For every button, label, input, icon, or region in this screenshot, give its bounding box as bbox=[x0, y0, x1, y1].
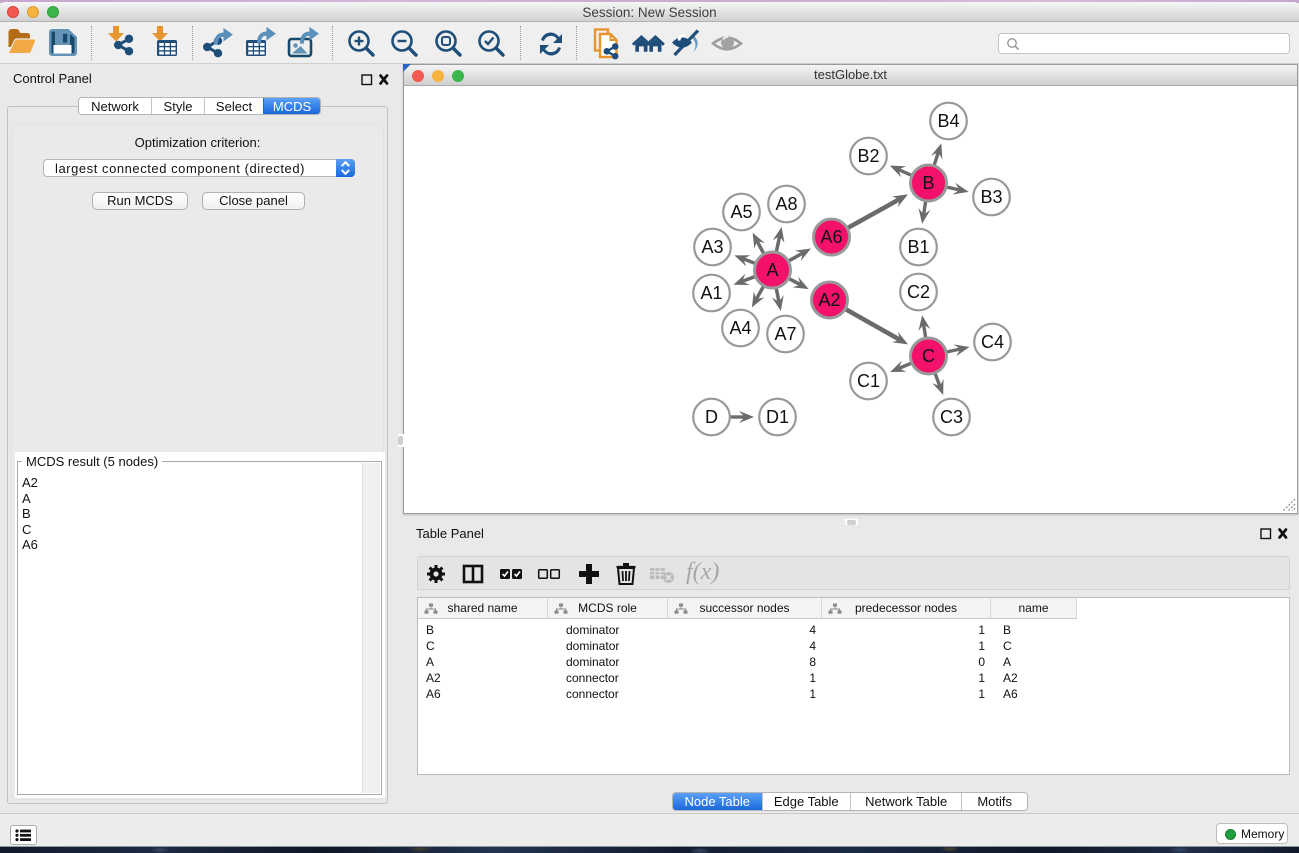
svg-text:A3: A3 bbox=[701, 237, 723, 257]
svg-text:A6: A6 bbox=[820, 227, 842, 247]
svg-text:C4: C4 bbox=[981, 332, 1004, 352]
svg-text:A2: A2 bbox=[818, 290, 840, 310]
svg-text:C2: C2 bbox=[907, 282, 930, 302]
svg-text:A8: A8 bbox=[775, 194, 797, 214]
svg-text:B1: B1 bbox=[907, 237, 929, 257]
svg-text:B3: B3 bbox=[980, 187, 1002, 207]
svg-text:D: D bbox=[705, 407, 718, 427]
svg-text:A1: A1 bbox=[700, 283, 722, 303]
svg-text:A: A bbox=[766, 260, 778, 280]
svg-text:A5: A5 bbox=[730, 202, 752, 222]
svg-text:A4: A4 bbox=[729, 318, 751, 338]
svg-text:B: B bbox=[922, 173, 934, 193]
svg-text:D1: D1 bbox=[766, 407, 789, 427]
svg-text:A7: A7 bbox=[774, 324, 796, 344]
svg-text:C: C bbox=[922, 346, 935, 366]
svg-text:B4: B4 bbox=[937, 111, 959, 131]
svg-text:B2: B2 bbox=[857, 146, 879, 166]
svg-text:C1: C1 bbox=[857, 371, 880, 391]
svg-text:C3: C3 bbox=[940, 407, 963, 427]
